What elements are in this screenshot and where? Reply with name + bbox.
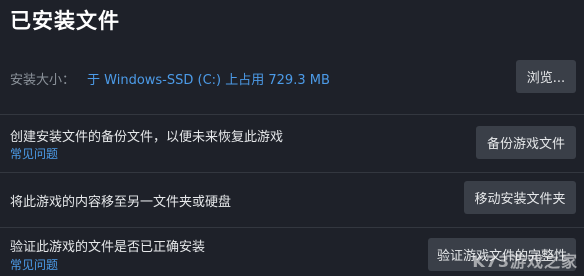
watermark: K73游戏之家 (472, 252, 578, 271)
backup-label: 创建安装文件的备份文件，以便未来恢复此游戏 (10, 130, 284, 145)
backup-faq-link[interactable]: 常见问题 (10, 145, 58, 162)
install-size-row: 安装大小： 于 Windows-SSD (C:) 上占用 729.3 MB (10, 69, 330, 88)
browse-button[interactable]: 浏览... (516, 60, 576, 93)
divider (0, 172, 584, 173)
page-title: 已安装文件 (10, 9, 120, 33)
verify-label: 验证此游戏的文件是否已正确安装 (10, 240, 206, 255)
backup-game-files-button[interactable]: 备份游戏文件 (476, 126, 576, 159)
move-install-folder-button[interactable]: 移动安装文件夹 (464, 181, 576, 214)
divider (0, 114, 584, 115)
install-size-value: 于 Windows-SSD (C:) 上占用 729.3 MB (87, 73, 330, 88)
move-label: 将此游戏的内容移至另一文件夹或硬盘 (10, 195, 232, 210)
verify-faq-link[interactable]: 常见问题 (10, 256, 58, 273)
divider (0, 227, 584, 228)
install-size-label: 安装大小： (10, 73, 76, 88)
installed-files-panel: 已安装文件 安装大小： 于 Windows-SSD (C:) 上占用 729.3 … (0, 0, 584, 276)
